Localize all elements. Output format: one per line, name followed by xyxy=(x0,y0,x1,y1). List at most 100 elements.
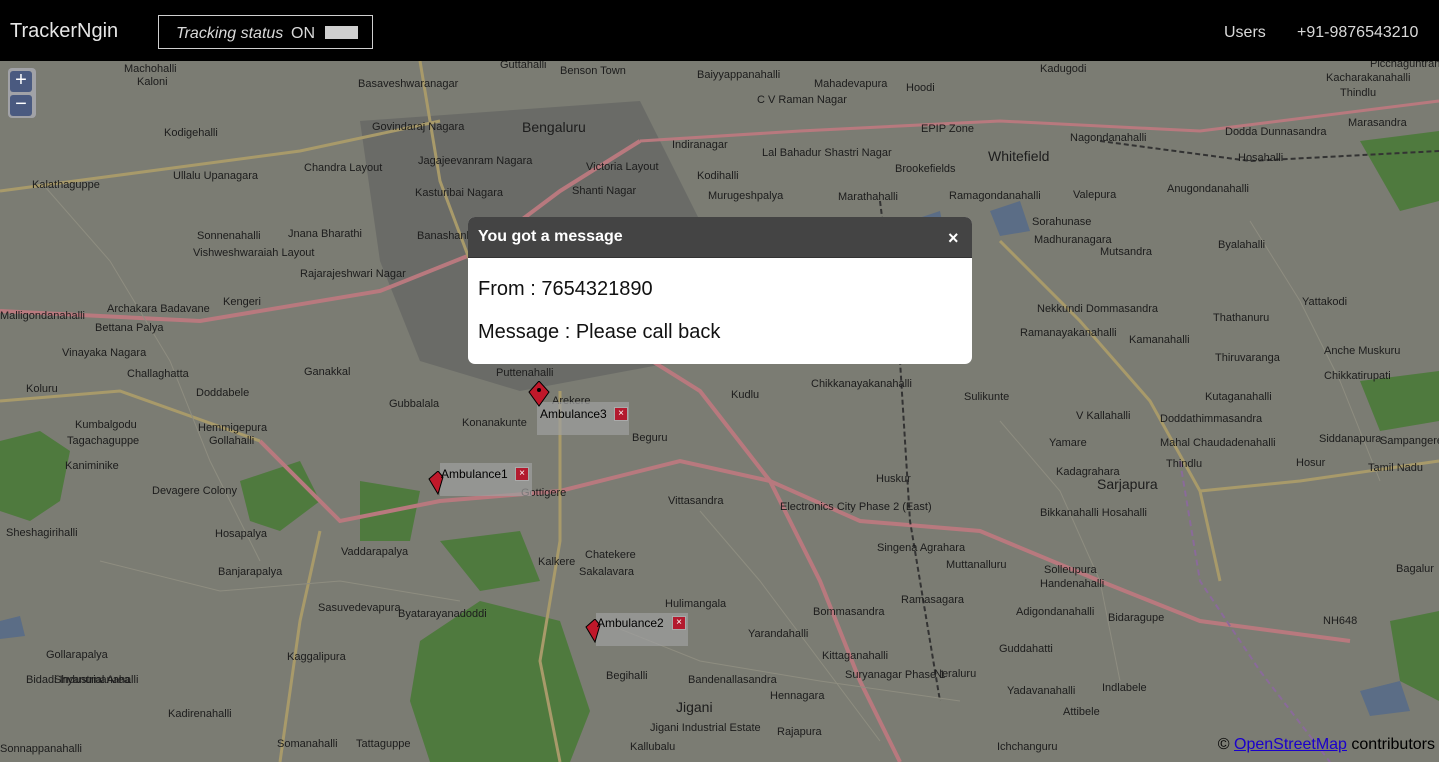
map-label: Ramanayakanahalli xyxy=(1020,327,1117,339)
map-label: Doddabele xyxy=(196,387,250,399)
marker-remove-icon[interactable]: × xyxy=(614,407,628,421)
message-dialog: You got a message × From : 7654321890 Me… xyxy=(468,217,972,364)
nav-phone-number[interactable]: +91-9876543210 xyxy=(1297,24,1418,42)
map-label: Govindaraj Nagara xyxy=(372,121,465,133)
nav-users-link[interactable]: Users xyxy=(1224,24,1266,42)
map-label: Kamanahalli xyxy=(1129,334,1190,346)
map-label: Thindlu xyxy=(1166,458,1203,470)
map-label: Hosahalli xyxy=(1238,152,1284,164)
map-label: Kaggalipura xyxy=(287,651,346,663)
map-label: Madhuranagara xyxy=(1034,234,1112,246)
map-label: Thindlu xyxy=(1340,87,1377,99)
map-label: Shanti Nagar xyxy=(572,185,637,197)
map-label: Sampangere xyxy=(1380,435,1439,447)
zoom-in-button[interactable]: + xyxy=(10,70,32,92)
map-label: Yarandahalli xyxy=(748,628,809,640)
marker-remove-icon[interactable]: × xyxy=(515,467,529,481)
map-label: Picchaguntrahalli xyxy=(1370,61,1439,70)
map-label: Marasandra xyxy=(1348,117,1407,129)
map-label: Sasuvedevapura xyxy=(318,602,401,614)
map-label: Hosapalya xyxy=(215,528,267,540)
ambulance-marker-label[interactable]: Ambulance3 xyxy=(540,407,607,421)
map-label: Lal Bahadur Shastri Nagar xyxy=(762,147,892,159)
map-label: Gollahalli xyxy=(209,435,255,447)
map-base-layer xyxy=(0,61,1439,762)
map-label: Indiranagar xyxy=(672,139,728,151)
ambulance-marker-label[interactable]: Ambulance1 xyxy=(441,467,508,481)
map-label: Chikkanayakanahalli xyxy=(811,378,912,390)
map-label: Electronics City Phase 2 (East) xyxy=(780,501,932,513)
map-label: Hennagara xyxy=(770,690,825,702)
map-label: Anugondanahalli xyxy=(1167,183,1249,195)
map-label: Challaghatta xyxy=(127,368,189,380)
map-label: Suryanagar Phase 1 xyxy=(845,669,946,681)
map-label: Bettana Palya xyxy=(95,322,164,334)
message-body: Message : Please call back xyxy=(478,321,721,343)
map-label: Bagalur xyxy=(1396,563,1434,575)
map-label: Kaniminike xyxy=(65,460,119,472)
map-label: Chikkatirupati xyxy=(1324,370,1391,382)
map-label: Devagere Colony xyxy=(152,485,237,497)
map-label: Bommasandra xyxy=(813,606,885,618)
map-label: Malligondanahalli xyxy=(0,310,86,322)
map-label: Chatekere xyxy=(585,549,636,561)
map-canvas[interactable]: Machohalli Kaloni Basaveshwaranagar Gutt… xyxy=(0,61,1439,762)
map-label: Rajapura xyxy=(777,726,822,738)
map-label: Hosur xyxy=(1296,457,1326,469)
map-label: Archakara Badavane xyxy=(107,303,210,315)
map-label: Kutaganahalli xyxy=(1205,391,1272,403)
map-label: Vishweshwaraiah Layout xyxy=(193,247,315,259)
map-label: Basaveshwaranagar xyxy=(358,78,459,90)
map-label: Tagachaguppe xyxy=(67,435,140,447)
map-label: Thiruvaranga xyxy=(1215,352,1280,364)
map-label: Yattakodi xyxy=(1302,296,1348,308)
map-label: Baiyyappanahalli xyxy=(697,69,781,81)
tracking-status-toggle[interactable]: Tracking status ON xyxy=(158,15,373,49)
map-label: Yamare xyxy=(1049,437,1087,449)
map-label: Guttahalli xyxy=(500,61,547,71)
map-label: Yadavanahalli xyxy=(1007,685,1076,697)
tracking-switch[interactable] xyxy=(325,26,358,39)
map-label: Hoodi xyxy=(906,82,935,94)
map-label: Kumbalgodu xyxy=(75,419,137,431)
map-label: Kasturibai Nagara xyxy=(415,187,504,199)
brand-logo-text[interactable]: TrackerNgin xyxy=(10,20,118,43)
map-label: Huskur xyxy=(876,473,911,485)
message-from: From : 7654321890 xyxy=(478,278,653,300)
map-label: Sheshagirihalli xyxy=(6,527,78,539)
map-label: Kengeri xyxy=(223,296,261,308)
close-icon[interactable]: × xyxy=(948,228,959,249)
map-label: Gubbalala xyxy=(389,398,440,410)
marker-remove-icon[interactable]: × xyxy=(672,616,686,630)
map-label: Bikkanahalli Hosahalli xyxy=(1040,507,1148,519)
map-attribution: © OpenStreetMap contributors xyxy=(1218,736,1435,754)
map-label: Jigani Industrial Estate xyxy=(650,722,761,734)
map-label: Solleupura xyxy=(1044,564,1097,576)
map-label: Somanahalli xyxy=(277,738,338,750)
map-label: Sulikunte xyxy=(964,391,1010,403)
tracking-status-label: Tracking status xyxy=(176,25,284,42)
map-label: Bidadi Industrial Area xyxy=(26,674,130,686)
map-label: Ichchanguru xyxy=(997,741,1058,753)
map-label: Sakalavara xyxy=(579,566,635,578)
map-label: Jigani xyxy=(676,699,713,715)
map-label: Kadirenahalli xyxy=(168,708,232,720)
map-label: Jagajeevanram Nagara xyxy=(418,155,533,167)
map-label: Gollarapalya xyxy=(46,649,108,661)
map-label: Konanakunte xyxy=(462,417,527,429)
ambulance-marker-label[interactable]: Ambulance2 xyxy=(597,616,664,630)
openstreetmap-link[interactable]: OpenStreetMap xyxy=(1234,736,1347,753)
map-marker-pin-icon[interactable] xyxy=(528,381,550,407)
map-label: Bidaragupe xyxy=(1108,612,1165,624)
map-label: Kalathaguppe xyxy=(32,179,100,191)
map-label: Guddahatti xyxy=(999,643,1053,655)
map-label: Sarjapura xyxy=(1097,476,1158,492)
map-label: Murugeshpalya xyxy=(708,190,784,202)
map-label: Puttenahalli xyxy=(496,367,554,379)
map-label: Jnana Bharathi xyxy=(288,228,362,240)
map-label: Sonnappanahalli xyxy=(0,743,82,755)
map-label: Mutsandra xyxy=(1100,246,1152,258)
map-label: Singena Agrahara xyxy=(877,542,966,554)
map-label: Byatarayanadoddi xyxy=(398,608,487,620)
zoom-out-button[interactable]: − xyxy=(10,94,32,116)
